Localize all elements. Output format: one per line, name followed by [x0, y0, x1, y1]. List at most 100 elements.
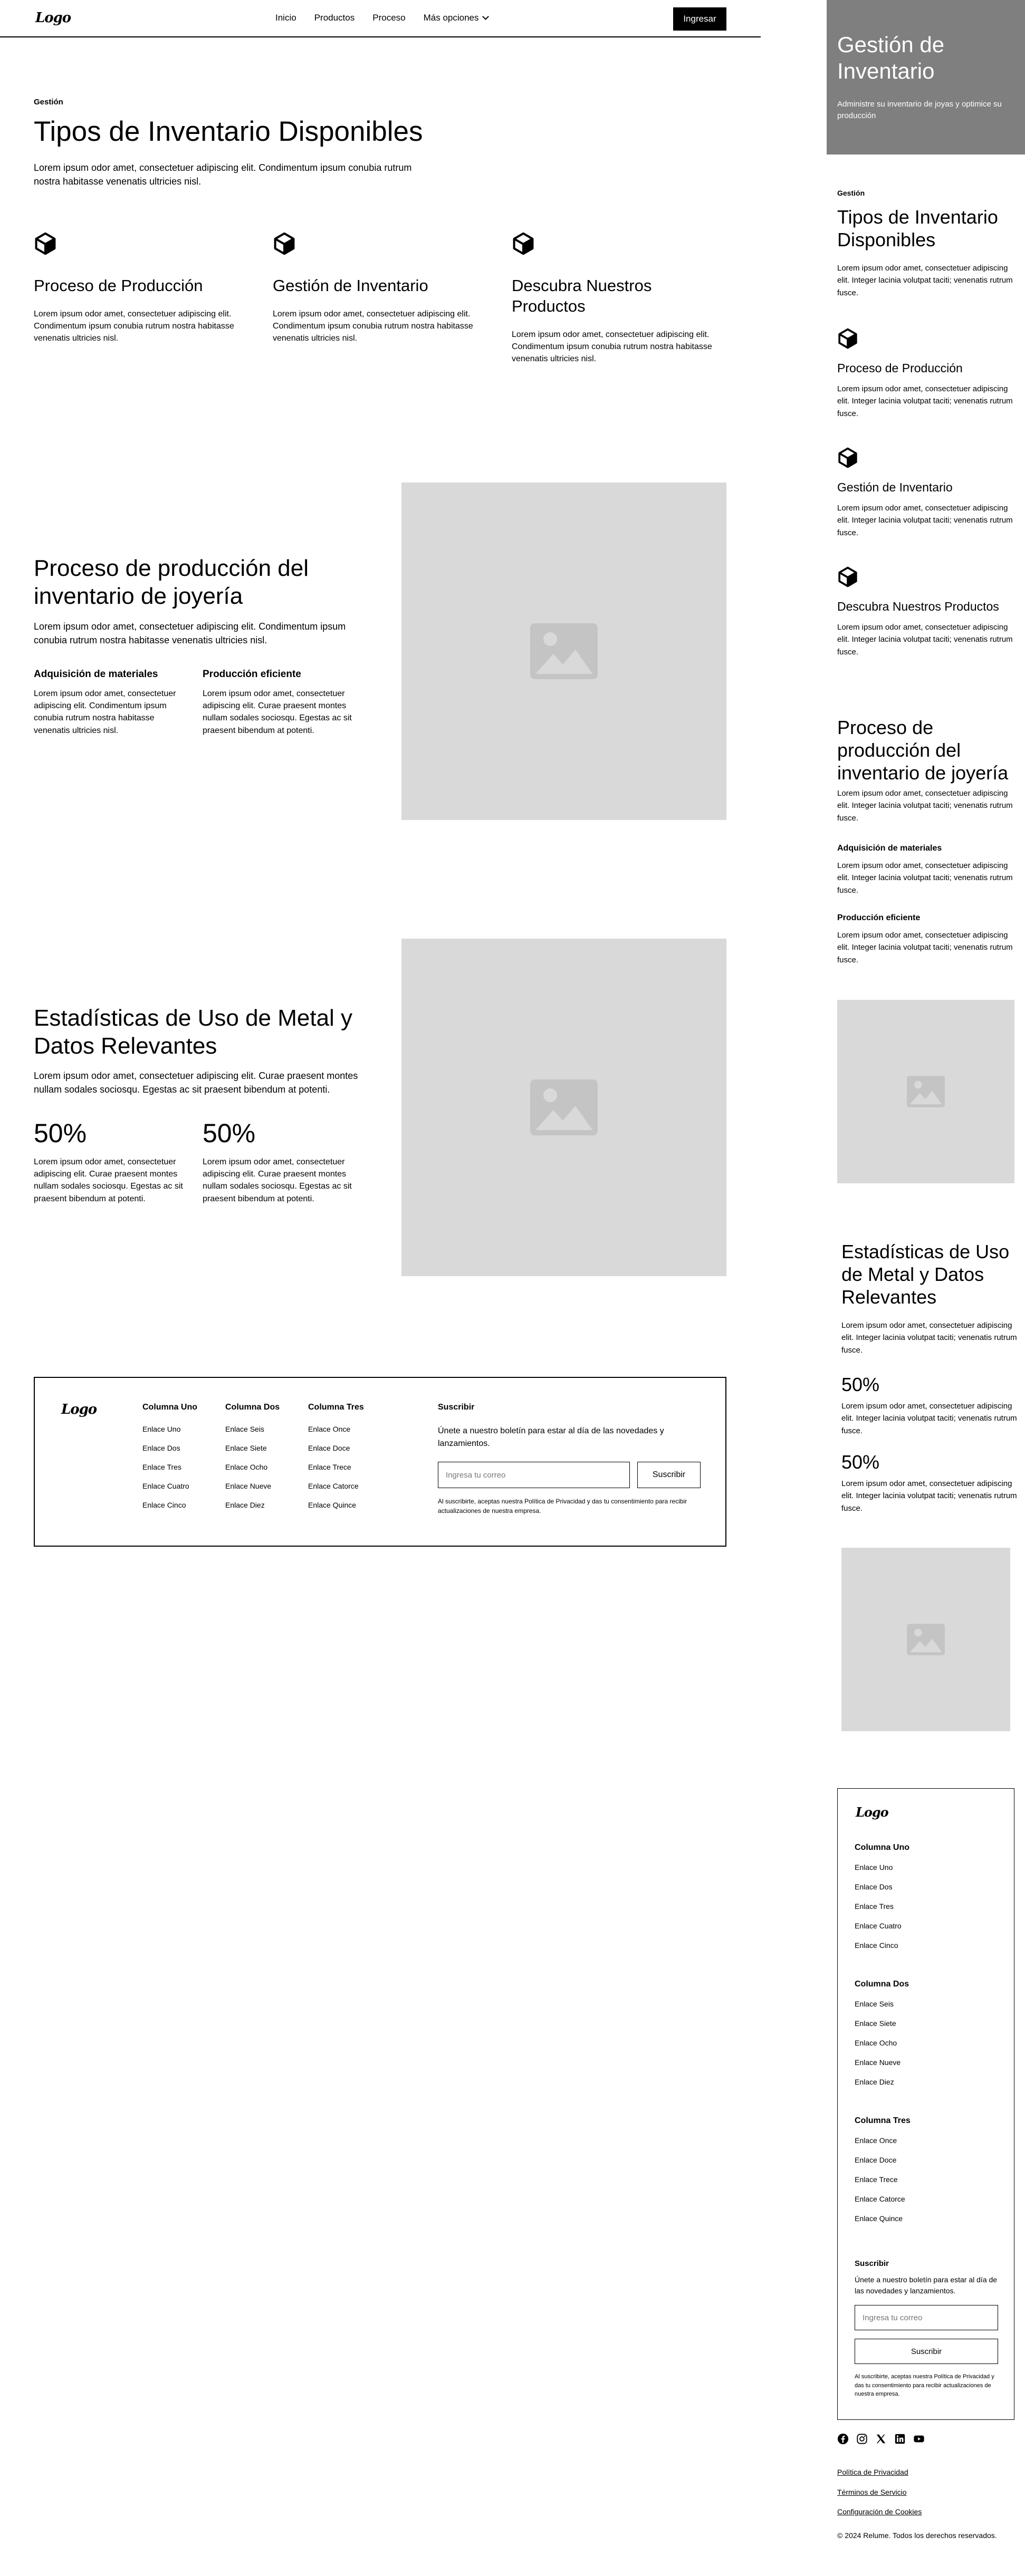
subscribe-button[interactable]: Suscribir	[855, 2339, 998, 2364]
feature-title: Descubra Nuestros Productos	[512, 276, 652, 315]
privacy-policy-link[interactable]: Política de Privacidad	[837, 2468, 908, 2476]
footer-link[interactable]: Enlace Doce	[855, 2156, 911, 2175]
footer-link[interactable]: Enlace Nueve	[225, 1482, 280, 1501]
production-item-title: Producción eficiente	[837, 913, 921, 922]
cube-icon	[513, 232, 534, 255]
footer-link[interactable]: Enlace Dos	[855, 1883, 909, 1902]
logo[interactable]: Logo	[35, 10, 71, 26]
feature-card: Descubra Nuestros Productos Lorem ipsum …	[512, 232, 717, 365]
newsletter-disclaimer: Al suscribirte, aceptas nuestra Política…	[438, 1498, 687, 1514]
feature-title: Proceso de Producción	[837, 361, 963, 375]
facebook-icon[interactable]	[837, 2433, 849, 2445]
mobile-hero: Gestión de Inventario Administre su inve…	[827, 0, 1025, 155]
nav-link-inicio[interactable]: Inicio	[275, 13, 296, 23]
hero-title: Gestión de Inventario	[837, 32, 945, 84]
cube-icon	[838, 328, 857, 349]
footer: Logo Columna Uno Enlace Uno Enlace Dos E…	[34, 1377, 726, 1547]
nav-link-proceso[interactable]: Proceso	[372, 13, 405, 23]
image-icon	[907, 1624, 945, 1655]
footer-link[interactable]: Enlace Once	[308, 1425, 364, 1444]
footer-link[interactable]: Enlace Diez	[225, 1501, 280, 1520]
footer-column-title: Columna Uno	[855, 1843, 909, 1852]
footer-column: Columna Uno Enlace Uno Enlace Dos Enlace…	[855, 1843, 909, 1961]
footer-link[interactable]: Enlace Diez	[855, 2078, 909, 2097]
footer-link[interactable]: Enlace Siete	[225, 1444, 280, 1463]
footer-link[interactable]: Enlace Once	[855, 2136, 911, 2156]
feature-title: Descubra Nuestros Productos	[837, 600, 999, 613]
login-button[interactable]: Ingresar	[673, 7, 726, 31]
production-title: Proceso de producción del inventario de …	[837, 717, 1009, 784]
footer-link[interactable]: Enlace Cuatro	[142, 1482, 197, 1501]
footer-link[interactable]: Enlace Cinco	[142, 1501, 197, 1520]
footer-link[interactable]: Enlace Ocho	[855, 2039, 909, 2058]
stat-item: 50% Lorem ipsum odor amet, consectetuer …	[841, 1374, 1021, 1437]
footer-link[interactable]: Enlace Cuatro	[855, 1922, 909, 1941]
footer-link[interactable]: Enlace Seis	[225, 1425, 280, 1444]
mobile-layout: Gestión de Inventario Administre su inve…	[827, 0, 1025, 2576]
footer-column-title: Columna Tres	[308, 1403, 364, 1412]
footer-link[interactable]: Enlace Siete	[855, 2019, 909, 2039]
production-item-title: Producción eficiente	[203, 669, 301, 680]
cube-icon	[35, 232, 56, 255]
footer-link[interactable]: Enlace Tres	[855, 1902, 909, 1922]
email-input[interactable]: Ingresa tu correo	[855, 2305, 998, 2330]
feature-card: Proceso de Producción Lorem ipsum odor a…	[34, 232, 240, 344]
youtube-icon[interactable]	[913, 2433, 925, 2445]
cube-icon	[838, 566, 857, 587]
footer-link[interactable]: Enlace Ocho	[225, 1463, 280, 1482]
footer-link[interactable]: Enlace Trece	[308, 1463, 364, 1482]
feature-card: Proceso de Producción Lorem ipsum odor a…	[837, 328, 1017, 420]
footer-link[interactable]: Enlace Tres	[142, 1463, 197, 1482]
newsletter-text: Únete a nuestro boletín para estar al dí…	[855, 2275, 998, 2295]
production-item: Adquisición de materiales Lorem ipsum od…	[34, 669, 187, 737]
terms-link[interactable]: Términos de Servicio	[837, 2488, 907, 2496]
footer-logo[interactable]: Logo	[61, 1402, 97, 1417]
footer-link[interactable]: Enlace Uno	[855, 1863, 909, 1883]
feature-title: Proceso de Producción	[34, 276, 203, 295]
cube-icon	[274, 232, 295, 255]
footer-link[interactable]: Enlace Dos	[142, 1444, 197, 1463]
footer-column: Columna Dos Enlace Seis Enlace Siete Enl…	[855, 1980, 909, 2097]
footer-link[interactable]: Enlace Seis	[855, 2000, 909, 2019]
instagram-icon[interactable]	[856, 2433, 868, 2445]
x-icon[interactable]	[875, 2433, 887, 2445]
footer-link[interactable]: Enlace Catorce	[855, 2195, 911, 2214]
production-item-title: Adquisición de materiales	[837, 844, 942, 853]
footer-logo[interactable]: Logo	[856, 1805, 889, 1820]
nav-link-productos[interactable]: Productos	[314, 13, 355, 23]
footer-link[interactable]: Enlace Doce	[308, 1444, 364, 1463]
social-links	[837, 2433, 925, 2445]
image-placeholder	[401, 483, 726, 820]
linkedin-icon[interactable]	[894, 2433, 906, 2445]
nav-dropdown-mas-opciones[interactable]: Más opciones	[424, 13, 489, 23]
newsletter-form: Ingresa tu correo Suscribir	[438, 1462, 702, 1488]
production-item-text: Lorem ipsum odor amet, consectetuer adip…	[34, 689, 176, 735]
footer-link[interactable]: Enlace Uno	[142, 1425, 197, 1444]
footer-link[interactable]: Enlace Quince	[308, 1501, 364, 1520]
footer-link[interactable]: Enlace Cinco	[855, 1941, 909, 1961]
footer-column-title: Columna Dos	[225, 1403, 280, 1412]
footer-column: Columna Dos Enlace Seis Enlace Siete Enl…	[225, 1403, 280, 1520]
stats-lead: Lorem ipsum odor amet, consectetuer adip…	[841, 1321, 1017, 1355]
section-title: Tipos de Inventario Disponibles	[837, 206, 998, 251]
section-lead: Lorem ipsum odor amet, consectetuer adip…	[34, 162, 412, 187]
image-icon	[530, 1079, 598, 1135]
footer-link[interactable]: Enlace Nueve	[855, 2058, 909, 2078]
email-input[interactable]: Ingresa tu correo	[438, 1462, 630, 1488]
footer-link[interactable]: Enlace Quince	[855, 2214, 911, 2234]
newsletter: Suscribir Únete a nuestro boletín para e…	[438, 1403, 702, 1516]
footer-link[interactable]: Enlace Catorce	[308, 1482, 364, 1501]
footer-link[interactable]: Enlace Trece	[855, 2175, 911, 2195]
subscribe-button[interactable]: Suscribir	[637, 1462, 701, 1488]
production-item: Producción eficiente Lorem ipsum odor am…	[203, 669, 356, 737]
production-title: Proceso de producción del inventario de …	[34, 555, 309, 609]
footer-column: Columna Tres Enlace Once Enlace Doce Enl…	[308, 1403, 364, 1520]
nav-links: Inicio Productos Proceso Más opciones	[275, 13, 489, 23]
section-tagline: Gestión	[837, 189, 865, 197]
newsletter-title: Suscribir	[438, 1403, 475, 1412]
footer-column: Columna Tres Enlace Once Enlace Doce Enl…	[855, 2116, 911, 2234]
footer-column-title: Columna Tres	[855, 2116, 911, 2125]
image-placeholder	[841, 1548, 1010, 1731]
feature-text: Lorem ipsum odor amet, consectetuer adip…	[837, 623, 1013, 657]
cookie-settings-link[interactable]: Configuración de Cookies	[837, 2507, 922, 2516]
